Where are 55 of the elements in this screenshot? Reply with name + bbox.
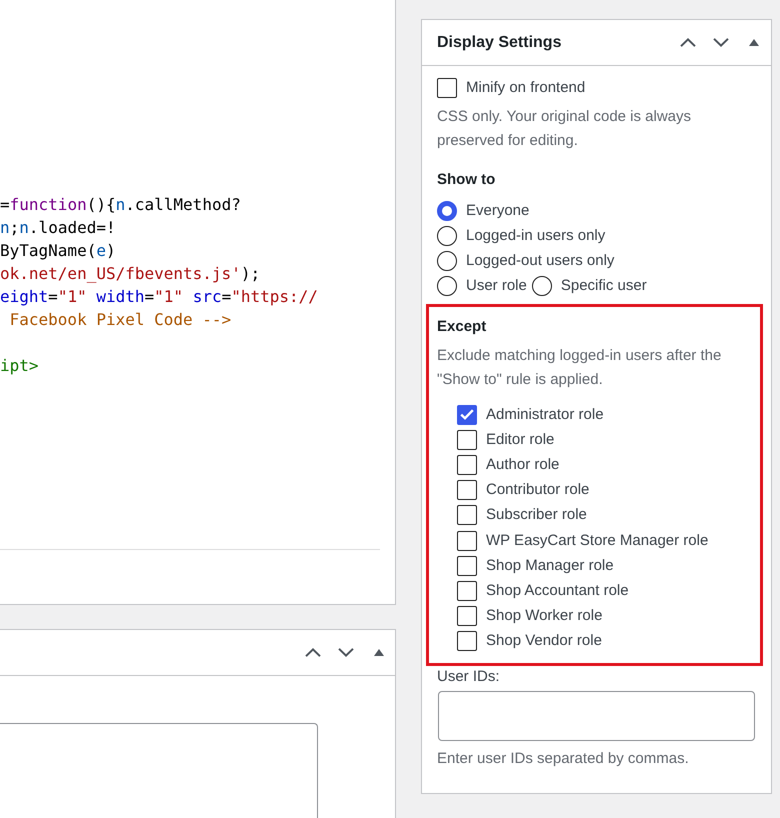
code-line: Facebook Pixel Code --> — [8, 309, 232, 331]
checkbox[interactable] — [457, 505, 477, 526]
checkbox[interactable] — [457, 480, 477, 500]
code-line: =function(){n.callMethod? — [0, 194, 241, 216]
radio-button[interactable] — [437, 276, 457, 296]
code-line: ipt> — [0, 355, 39, 377]
radio-label: Specific user — [560, 276, 647, 296]
radio-button[interactable] — [437, 200, 457, 220]
checkbox[interactable] — [457, 404, 477, 425]
checkbox[interactable] — [457, 631, 477, 652]
section-label: Except — [437, 317, 486, 337]
checkbox[interactable] — [457, 606, 477, 626]
checkbox-label: Contributor role — [486, 480, 590, 500]
radio-button[interactable] — [437, 226, 457, 246]
checkbox-label: Shop Accountant role — [486, 580, 629, 601]
radio-label: User role — [466, 276, 527, 296]
radio-button[interactable] — [532, 276, 552, 296]
help-text: CSS only. Your original code is always preserved for editing. — [437, 107, 692, 151]
code-line: eight="1" width="1" src="https:// — [0, 286, 318, 308]
checkbox-label: Administrator role — [486, 404, 604, 425]
triangle-up-icon — [748, 39, 758, 46]
code-line: ok.net/en_US/fbevents.js'); — [0, 263, 260, 285]
checkbox-label: Shop Vendor role — [486, 631, 602, 652]
checkbox-label: Shop Worker role — [486, 606, 602, 626]
checkbox-label: WP EasyCart Store Manager role — [486, 530, 708, 551]
radio-button[interactable] — [437, 250, 457, 270]
radio-label: Logged-in users only — [466, 226, 606, 246]
section-label: Show to — [437, 170, 496, 190]
code-line: n;n.loaded=! — [0, 217, 116, 239]
user-ids-field[interactable] — [438, 690, 755, 741]
checkbox-label: Minify on frontend — [466, 78, 586, 98]
triangle-up-icon — [374, 649, 384, 656]
help-text: Enter user IDs separated by commas. — [437, 748, 690, 769]
help-text: Exclude matching logged-in users after the "Show to" rule is applied. — [437, 346, 722, 390]
checkbox[interactable] — [457, 430, 477, 450]
checkbox[interactable] — [457, 556, 477, 576]
chevron-down-icon — [338, 648, 354, 657]
chevron-down-icon — [712, 38, 728, 47]
code-line: ByTagName(e) — [0, 240, 116, 262]
radio-label: Logged-out users only — [466, 250, 614, 270]
panel-title: Display Settings — [437, 32, 562, 52]
checkbox-label: Author role — [486, 454, 560, 475]
checkmark-icon — [460, 409, 474, 420]
checkbox[interactable] — [457, 454, 477, 475]
chevron-up-icon — [680, 38, 696, 47]
checkbox[interactable] — [457, 580, 477, 601]
checkbox-label: Editor role — [486, 430, 554, 450]
radio-label: Everyone — [466, 200, 530, 220]
checkbox-label: Shop Manager role — [486, 556, 614, 576]
text-area-field[interactable] — [0, 723, 318, 818]
checkbox[interactable] — [457, 530, 477, 551]
checkbox[interactable] — [437, 78, 457, 98]
field-label: User IDs: — [437, 666, 500, 687]
checkbox-label: Subscriber role — [486, 505, 587, 526]
chevron-up-icon — [304, 648, 320, 657]
